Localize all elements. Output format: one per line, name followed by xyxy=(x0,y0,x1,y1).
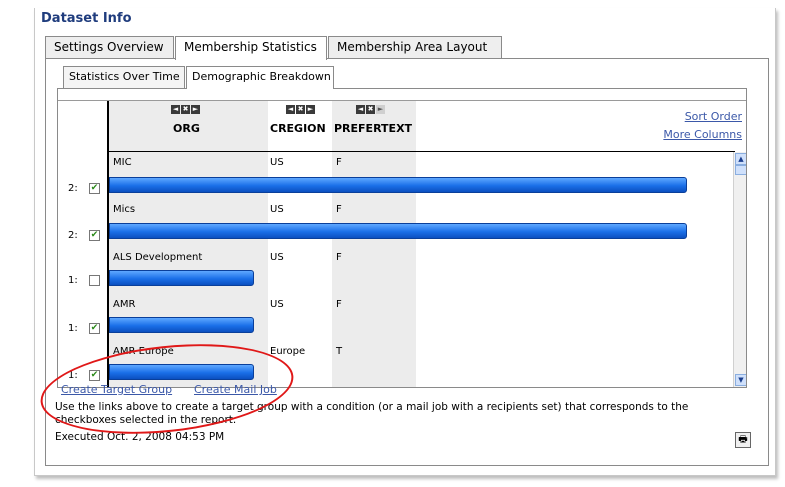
row-checkbox[interactable]: ✔ xyxy=(89,370,100,381)
column-header-org: ◄ ✖ ► ORG xyxy=(109,101,268,151)
move-left-icon[interactable]: ◄ xyxy=(356,105,365,114)
cell-org: Mics xyxy=(113,204,136,215)
cell-org: ALS Development xyxy=(113,252,203,263)
grid-top-strip xyxy=(58,89,746,101)
org-column-controls: ◄ ✖ ► xyxy=(171,105,200,114)
tab-statistics-over-time[interactable]: Statistics Over Time xyxy=(63,66,185,88)
column-name-prefertext[interactable]: PREFERTEXT xyxy=(334,122,412,135)
move-left-icon[interactable]: ◄ xyxy=(171,105,180,114)
count-bar xyxy=(109,270,254,286)
cell-cregion: US xyxy=(270,299,284,310)
row-count-label: 1: xyxy=(68,323,78,334)
row-checkbox[interactable]: ✔ xyxy=(89,323,100,334)
remove-column-icon[interactable]: ✖ xyxy=(181,105,190,114)
row-count-label: 1: xyxy=(68,275,78,286)
column-header-cregion: ◄ ✖ ► CREGION xyxy=(268,101,332,151)
scroll-up-icon[interactable]: ▲ xyxy=(735,153,746,165)
column-header-prefertext: ◄ ✖ ► PREFERTEXT xyxy=(332,101,416,151)
help-text-line1: Use the links above to create a target g… xyxy=(55,401,689,413)
count-bar xyxy=(109,223,687,239)
grid-divider xyxy=(107,101,109,387)
tab-settings-overview[interactable]: Settings Overview xyxy=(45,36,174,59)
cell-org: AMR xyxy=(113,299,136,310)
panel-title: Dataset Info xyxy=(41,11,132,26)
row-count-label: 2: xyxy=(68,230,78,241)
create-mail-job-link[interactable]: Create Mail Job xyxy=(194,383,277,396)
create-target-group-link[interactable]: Create Target Group xyxy=(61,383,172,396)
report-grid: ◄ ✖ ► ORG ◄ ✖ ► CREGION ◄ ✖ ► PREFERTEXT… xyxy=(57,88,747,388)
cell-cregion: US xyxy=(270,157,284,168)
cell-cregion: US xyxy=(270,204,284,215)
prefertext-column-controls: ◄ ✖ ► xyxy=(356,105,385,114)
row-count-label: 1: xyxy=(68,370,78,381)
column-name-cregion[interactable]: CREGION xyxy=(270,122,326,135)
cell-org: AMR Europe xyxy=(113,346,174,357)
help-text-line2: checkboxes selected in the report. xyxy=(55,414,237,426)
move-right-icon[interactable]: ► xyxy=(306,105,315,114)
scroll-thumb[interactable] xyxy=(735,165,746,175)
sort-order-link[interactable]: Sort Order xyxy=(685,110,742,123)
row-checkbox[interactable]: ✔ xyxy=(89,230,100,241)
scroll-down-icon[interactable]: ▼ xyxy=(735,374,746,386)
cell-prefertext: F xyxy=(336,157,342,168)
cell-cregion: Europe xyxy=(270,346,306,357)
grid-scrollbar[interactable]: ▲ ▼ xyxy=(733,152,746,387)
cell-prefertext: T xyxy=(336,346,343,357)
dataset-info-panel: Dataset Info Settings Overview Membershi… xyxy=(34,8,776,476)
row-checkbox[interactable] xyxy=(89,275,100,286)
cell-prefertext: F xyxy=(336,299,342,310)
row-checkbox[interactable]: ✔ xyxy=(89,183,100,194)
cell-prefertext: F xyxy=(336,252,342,263)
row-count-label: 2: xyxy=(68,183,78,194)
count-bar xyxy=(109,317,254,333)
move-left-icon[interactable]: ◄ xyxy=(286,105,295,114)
count-bar xyxy=(109,364,254,380)
tab-membership-statistics[interactable]: Membership Statistics xyxy=(175,36,327,60)
more-columns-link[interactable]: More Columns xyxy=(663,128,742,141)
move-right-icon[interactable]: ► xyxy=(191,105,200,114)
count-bar xyxy=(109,177,687,193)
cell-org: MIC xyxy=(113,157,132,168)
cell-cregion: US xyxy=(270,252,284,263)
tab-membership-area-layout[interactable]: Membership Area Layout xyxy=(328,36,502,59)
executed-timestamp: Executed Oct. 2, 2008 04:53 PM xyxy=(55,431,225,443)
cell-prefertext: F xyxy=(336,204,342,215)
cregion-column-controls: ◄ ✖ ► xyxy=(286,105,315,114)
tab-demographic-breakdown[interactable]: Demographic Breakdown xyxy=(186,66,334,89)
move-right-icon: ► xyxy=(376,105,385,114)
remove-column-icon[interactable]: ✖ xyxy=(296,105,305,114)
column-name-org[interactable]: ORG xyxy=(173,122,200,135)
print-icon[interactable]: 🖶 xyxy=(735,432,751,448)
remove-column-icon[interactable]: ✖ xyxy=(366,105,375,114)
